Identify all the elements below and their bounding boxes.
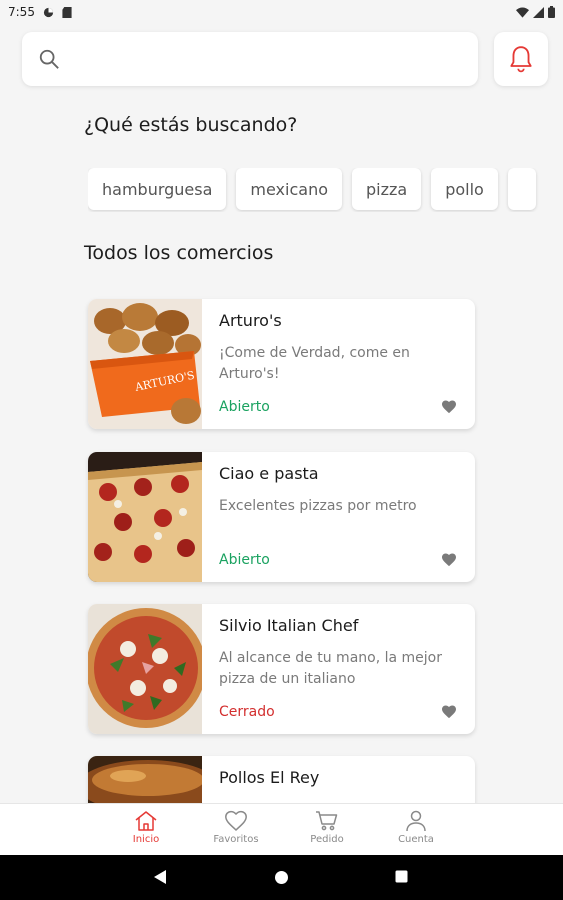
store-status: Abierto <box>219 399 270 415</box>
category-chip[interactable]: pollo <box>431 168 498 210</box>
store-card[interactable]: Ciao e pasta Excelentes pizzas por metro… <box>88 452 475 582</box>
nav-label: Inicio <box>132 834 160 845</box>
store-image <box>88 452 202 582</box>
system-nav-bar <box>0 855 563 900</box>
categories-title: ¿Qué estás buscando? <box>84 114 298 136</box>
status-time: 7:55 <box>8 5 35 19</box>
category-chip[interactable]: pizza <box>352 168 422 210</box>
back-icon[interactable] <box>153 869 167 885</box>
bell-icon <box>510 46 532 73</box>
nav-item-pedido[interactable]: Pedido <box>292 810 362 845</box>
search-input[interactable] <box>72 49 452 69</box>
wifi-icon <box>516 7 529 18</box>
store-status: Abierto <box>219 552 270 568</box>
category-chip[interactable]: hamburguesa <box>88 168 227 210</box>
favorite-heart-icon[interactable] <box>441 552 457 567</box>
bottom-nav: Inicio Favoritos Pedido Cuenta <box>0 803 563 855</box>
nav-item-inicio[interactable]: Inicio <box>111 810 181 845</box>
store-description: Al alcance de tu mano, la mejor pizza de… <box>219 650 442 687</box>
search-icon <box>39 49 59 69</box>
nav-label: Favoritos <box>213 834 259 845</box>
store-status: Cerrado <box>219 704 275 720</box>
category-chip[interactable]: mexicano <box>236 168 342 210</box>
notifications-button[interactable] <box>494 32 548 86</box>
cart-icon <box>316 811 338 831</box>
store-name: Ciao e pasta <box>219 464 319 483</box>
favorite-heart-icon[interactable] <box>441 399 457 414</box>
recents-icon[interactable] <box>395 870 408 883</box>
stores-title: Todos los comercios <box>84 242 274 264</box>
status-bar: 7:55 <box>0 0 563 24</box>
nav-label: Cuenta <box>398 834 434 845</box>
data-saver-icon <box>43 7 54 17</box>
home-icon <box>135 811 157 831</box>
user-icon <box>406 810 426 832</box>
store-description: Excelentes pizzas por metro <box>219 498 417 514</box>
sd-card-icon <box>62 6 72 18</box>
store-name: Arturo's <box>219 311 282 330</box>
store-card[interactable]: Silvio Italian Chef Al alcance de tu man… <box>88 604 475 734</box>
store-name: Pollos El Rey <box>219 768 320 787</box>
store-image: ARTURO'S <box>88 299 202 429</box>
battery-icon <box>548 6 555 18</box>
category-chips: hamburguesa mexicano pizza pollo <box>88 168 563 212</box>
search-bar[interactable] <box>22 32 478 86</box>
heart-icon <box>225 810 247 832</box>
store-card[interactable]: ARTURO'S Arturo's ¡Come de Verdad, come … <box>88 299 475 429</box>
nav-item-cuenta[interactable]: Cuenta <box>381 810 451 845</box>
nav-item-favoritos[interactable]: Favoritos <box>201 810 271 845</box>
nav-label: Pedido <box>310 834 344 845</box>
category-chip[interactable] <box>507 168 536 210</box>
store-description: ¡Come de Verdad, come en Arturo's! <box>219 345 410 382</box>
favorite-heart-icon[interactable] <box>441 704 457 719</box>
store-image <box>88 604 202 734</box>
home-circle-icon[interactable] <box>274 870 289 885</box>
store-name: Silvio Italian Chef <box>219 616 359 635</box>
cell-signal-icon <box>533 6 544 18</box>
